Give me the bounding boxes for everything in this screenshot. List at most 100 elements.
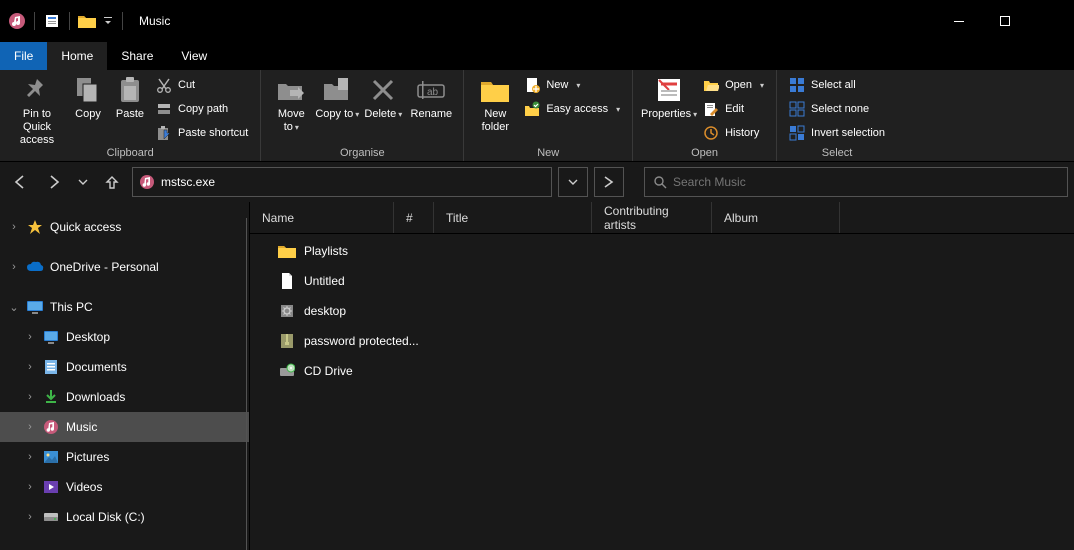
select-all-label: Select all xyxy=(811,79,856,91)
go-button[interactable] xyxy=(594,167,624,197)
history-icon xyxy=(703,125,719,141)
rename-button[interactable]: ab Rename xyxy=(407,72,455,121)
chevron-right-icon[interactable]: › xyxy=(24,421,36,433)
copy-path-button[interactable]: Copy path xyxy=(152,98,252,120)
move-to-button[interactable]: Move to▾ xyxy=(269,72,313,134)
open-label: Open xyxy=(725,79,752,91)
file-item-cd-drive[interactable]: CD Drive xyxy=(250,356,1074,386)
ribbon-group-select: Select all Select none Invert selection … xyxy=(777,70,897,161)
history-button[interactable]: History xyxy=(699,122,768,144)
sidebar-item-downloads[interactable]: › Downloads xyxy=(0,382,249,412)
invert-selection-label: Invert selection xyxy=(811,127,885,139)
move-to-label: Move to▾ xyxy=(269,108,313,134)
sidebar-item-videos[interactable]: › Videos xyxy=(0,472,249,502)
chevron-down-icon[interactable]: ⌄ xyxy=(8,301,20,314)
easy-access-button[interactable]: Easy access▾ xyxy=(520,98,624,120)
file-item-playlists[interactable]: Playlists xyxy=(250,236,1074,266)
desktop-icon xyxy=(42,328,60,346)
pictures-icon xyxy=(42,448,60,466)
pin-icon xyxy=(21,74,53,106)
chevron-right-icon[interactable]: › xyxy=(24,391,36,403)
select-none-button[interactable]: Select none xyxy=(785,98,889,120)
tab-share[interactable]: Share xyxy=(107,42,167,70)
edit-button[interactable]: Edit xyxy=(699,98,768,120)
dropdown-icon: ▾ xyxy=(616,105,620,114)
sidebar-resize-handle[interactable] xyxy=(246,218,247,550)
pin-label: Pin to Quick access xyxy=(8,108,66,147)
tab-file[interactable]: File xyxy=(0,42,47,70)
open-button[interactable]: Open▾ xyxy=(699,74,768,96)
file-item-untitled[interactable]: Untitled xyxy=(250,266,1074,296)
new-folder-button[interactable]: New folder xyxy=(472,72,518,134)
ribbon-group-new: New folder New▾ Easy access▾ New xyxy=(464,70,633,161)
search-box[interactable] xyxy=(644,167,1068,197)
delete-button[interactable]: Delete▾ xyxy=(361,72,405,121)
sidebar-item-local-disk[interactable]: › Local Disk (C:) xyxy=(0,502,249,532)
new-folder-icon xyxy=(479,74,511,106)
cut-button[interactable]: Cut xyxy=(152,74,252,96)
window-controls xyxy=(936,6,1074,36)
documents-label: Documents xyxy=(66,360,127,374)
copy-to-button[interactable]: Copy to▾ xyxy=(315,72,359,121)
file-name: CD Drive xyxy=(304,364,353,378)
properties-button[interactable]: Properties▾ xyxy=(641,72,697,121)
quick-access-label: Quick access xyxy=(50,220,121,234)
address-input[interactable] xyxy=(161,175,545,189)
desktop-label: Desktop xyxy=(66,330,110,344)
this-pc-label: This PC xyxy=(50,300,93,314)
chevron-right-icon[interactable]: › xyxy=(24,451,36,463)
pin-to-quick-access-button[interactable]: Pin to Quick access xyxy=(8,72,66,147)
forward-button[interactable] xyxy=(40,168,68,196)
address-history-button[interactable] xyxy=(558,167,588,197)
new-item-button[interactable]: New▾ xyxy=(520,74,624,96)
address-bar[interactable] xyxy=(132,167,552,197)
search-input[interactable] xyxy=(673,175,1059,189)
chevron-right-icon[interactable]: › xyxy=(24,481,36,493)
open-group-label: Open xyxy=(691,147,718,161)
file-icon xyxy=(278,272,296,290)
copy-path-icon xyxy=(156,101,172,117)
tab-view[interactable]: View xyxy=(167,42,221,70)
new-group-label: New xyxy=(537,147,559,161)
up-button[interactable] xyxy=(98,168,126,196)
column-artists[interactable]: Contributing artists xyxy=(592,202,712,233)
chevron-right-icon[interactable]: › xyxy=(8,221,20,233)
copy-button[interactable]: Copy xyxy=(68,72,108,121)
copy-to-icon xyxy=(321,74,353,106)
paste-shortcut-button[interactable]: Paste shortcut xyxy=(152,122,252,144)
ribbon-group-open: Properties▾ Open▾ Edit History Open xyxy=(633,70,777,161)
back-button[interactable] xyxy=(6,168,34,196)
properties-qat-icon[interactable] xyxy=(43,12,61,30)
sidebar-item-documents[interactable]: › Documents xyxy=(0,352,249,382)
chevron-right-icon[interactable]: › xyxy=(24,511,36,523)
sidebar-item-pictures[interactable]: › Pictures xyxy=(0,442,249,472)
column-name[interactable]: Name xyxy=(250,202,394,233)
tab-home[interactable]: Home xyxy=(47,42,107,70)
sidebar-item-desktop[interactable]: › Desktop xyxy=(0,322,249,352)
invert-selection-button[interactable]: Invert selection xyxy=(785,122,889,144)
folder-qat-icon[interactable] xyxy=(78,12,96,30)
sidebar-item-this-pc[interactable]: ⌄ This PC xyxy=(0,292,249,322)
this-pc-icon xyxy=(26,298,44,316)
select-all-button[interactable]: Select all xyxy=(785,74,889,96)
qat-dropdown-icon[interactable] xyxy=(102,12,114,30)
copy-path-label: Copy path xyxy=(178,103,228,115)
sidebar-item-quick-access[interactable]: › Quick access xyxy=(0,212,249,242)
sidebar-item-music[interactable]: › Music xyxy=(0,412,249,442)
chevron-right-icon[interactable]: › xyxy=(8,261,20,273)
chevron-right-icon[interactable]: › xyxy=(24,361,36,373)
file-item-password-protected[interactable]: password protected... xyxy=(250,326,1074,356)
sidebar-item-onedrive[interactable]: › OneDrive - Personal xyxy=(0,252,249,282)
paste-button[interactable]: Paste xyxy=(110,72,150,121)
maximize-button[interactable] xyxy=(982,6,1028,36)
recent-locations-button[interactable] xyxy=(74,168,92,196)
column-title[interactable]: Title xyxy=(434,202,592,233)
column-number[interactable]: # xyxy=(394,202,434,233)
chevron-right-icon[interactable]: › xyxy=(24,331,36,343)
column-album[interactable]: Album xyxy=(712,202,840,233)
file-item-desktop-ini[interactable]: desktop xyxy=(250,296,1074,326)
music-folder-icon xyxy=(8,12,26,30)
properties-icon xyxy=(653,74,685,106)
ribbon-group-clipboard: Pin to Quick access Copy Paste Cut Copy … xyxy=(0,70,261,161)
minimize-button[interactable] xyxy=(936,6,982,36)
